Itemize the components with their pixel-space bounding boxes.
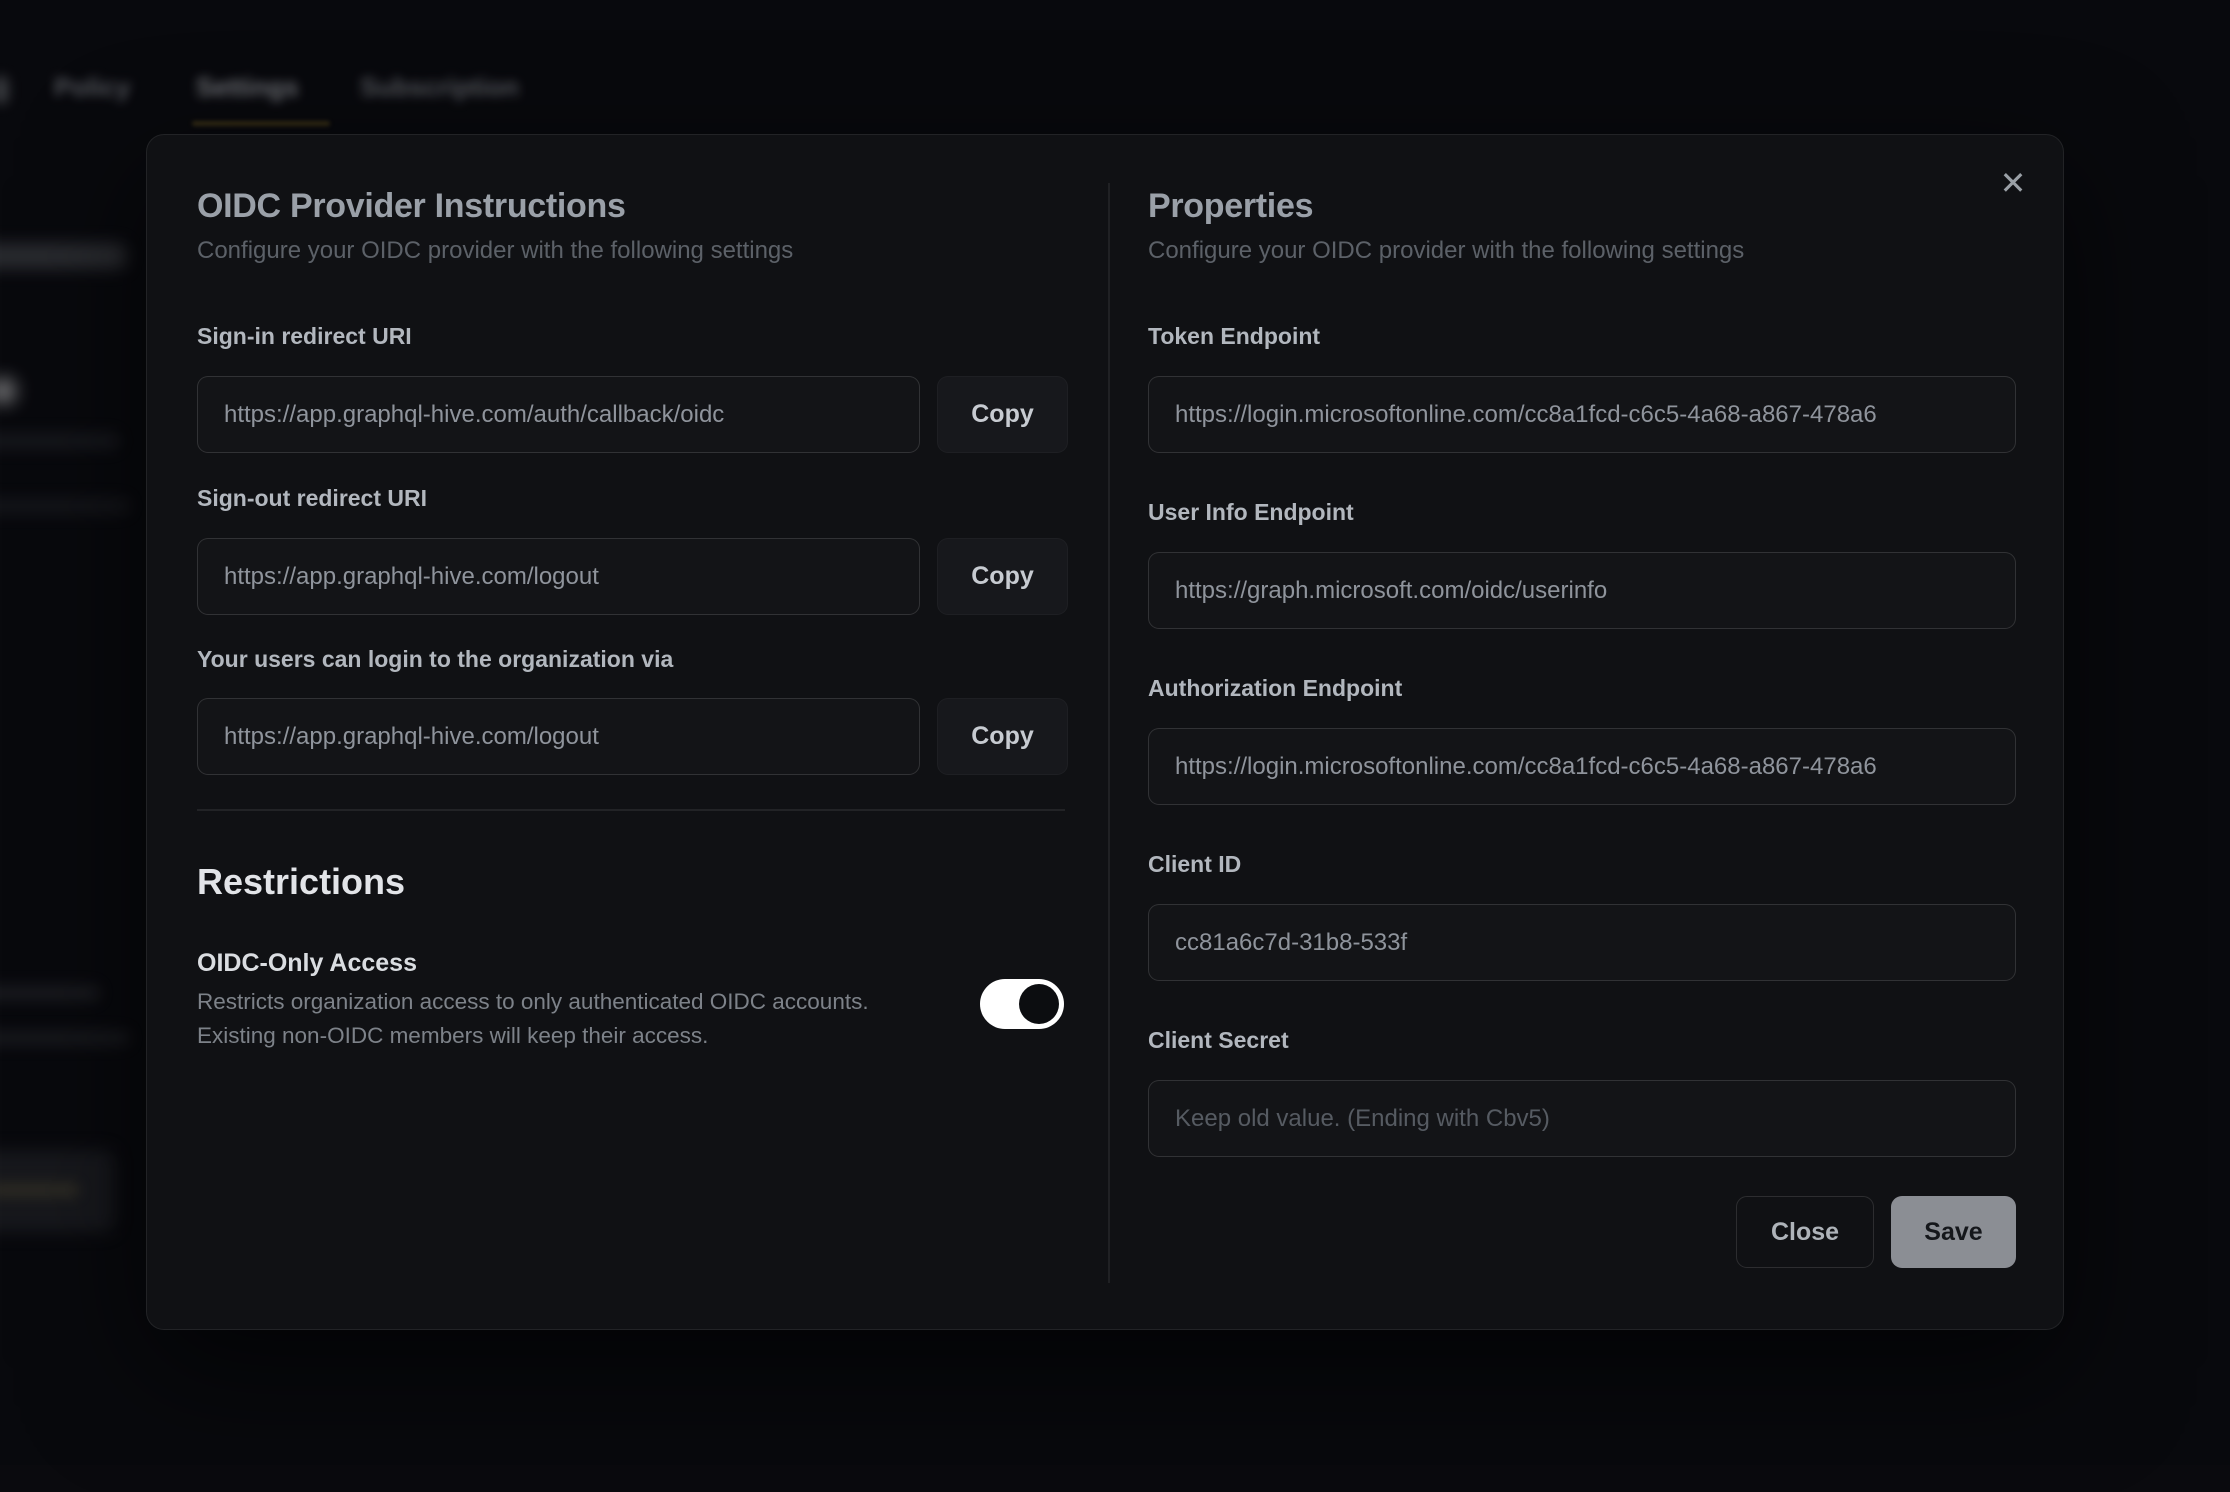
- oidc-settings-dialog: ✕ OIDC Provider Instructions Configure y…: [146, 134, 2064, 1330]
- right-section-title: Properties: [1148, 187, 1313, 226]
- restrictions-divider: [197, 809, 1065, 811]
- sign-out-redirect-uri-input[interactable]: [197, 538, 920, 615]
- token-endpoint-input[interactable]: [1148, 376, 2016, 453]
- authorization-endpoint-label: Authorization Endpoint: [1148, 675, 1402, 702]
- right-section-subtitle: Configure your OIDC provider with the fo…: [1148, 237, 1744, 265]
- user-info-endpoint-input[interactable]: [1148, 552, 2016, 629]
- copy-login-uri-button[interactable]: Copy: [937, 698, 1068, 775]
- restrictions-title: Restrictions: [197, 861, 405, 903]
- sign-in-redirect-uri-label: Sign-in redirect URI: [197, 323, 412, 350]
- oidc-only-access-toggle[interactable]: [980, 979, 1064, 1029]
- copy-sign-out-uri-button[interactable]: Copy: [937, 538, 1068, 615]
- column-divider: [1108, 183, 1110, 1283]
- copy-sign-in-uri-button[interactable]: Copy: [937, 376, 1068, 453]
- sign-out-redirect-uri-label: Sign-out redirect URI: [197, 485, 427, 512]
- sign-in-redirect-uri-input[interactable]: [197, 376, 920, 453]
- authorization-endpoint-input[interactable]: [1148, 728, 2016, 805]
- oidc-only-access-description: Restricts organization access to only au…: [197, 989, 869, 1015]
- left-section-title: OIDC Provider Instructions: [197, 187, 626, 226]
- close-button[interactable]: Close: [1736, 1196, 1874, 1268]
- user-info-endpoint-label: User Info Endpoint: [1148, 499, 1354, 526]
- left-section-subtitle: Configure your OIDC provider with the fo…: [197, 237, 793, 265]
- oidc-only-access-description: Existing non-OIDC members will keep thei…: [197, 1023, 708, 1049]
- client-secret-label: Client Secret: [1148, 1027, 1289, 1054]
- oidc-only-access-label: OIDC-Only Access: [197, 949, 417, 978]
- token-endpoint-label: Token Endpoint: [1148, 323, 1320, 350]
- client-secret-input[interactable]: [1148, 1080, 2016, 1157]
- screen: Policy Settings Subscription ✕ OIDC Prov…: [0, 0, 2230, 1492]
- organization-login-uri-label: Your users can login to the organization…: [197, 646, 673, 673]
- save-button[interactable]: Save: [1891, 1196, 2016, 1268]
- client-id-input[interactable]: [1148, 904, 2016, 981]
- close-icon[interactable]: ✕: [1987, 157, 2039, 209]
- client-id-label: Client ID: [1148, 851, 1241, 878]
- toggle-thumb: [1019, 984, 1059, 1024]
- organization-login-uri-input[interactable]: [197, 698, 920, 775]
